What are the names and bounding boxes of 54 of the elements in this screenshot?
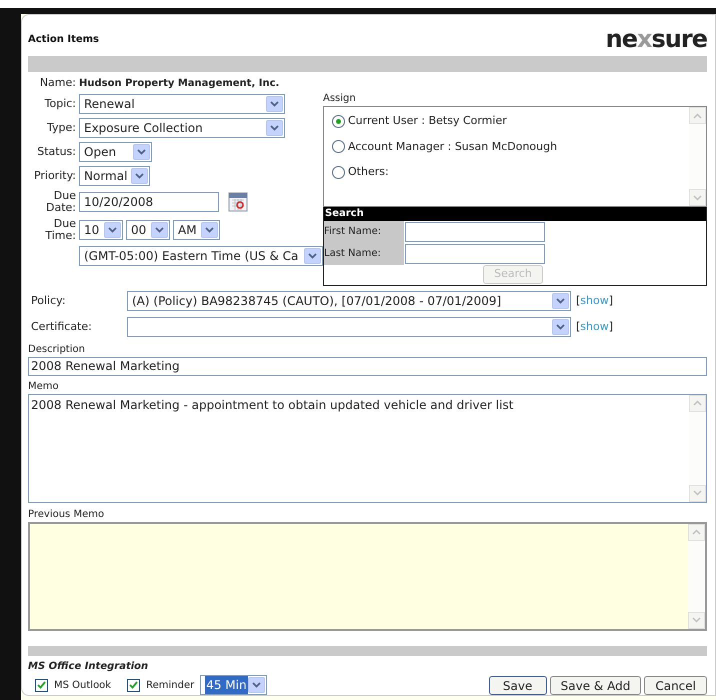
radio-label: Others: [348, 164, 389, 180]
search-header: Search [324, 207, 706, 222]
assign-label: Assign [323, 92, 357, 106]
field-label: Certificate: [31, 318, 93, 335]
checkbox[interactable] [35, 678, 48, 692]
field-label: Topic: [44, 96, 76, 112]
last-name-field[interactable] [405, 244, 545, 264]
memo-label: Memo [28, 380, 60, 394]
last-name-label: Last Name: [324, 243, 404, 266]
field-label: Due Date: [45, 190, 76, 214]
priority-dropdown[interactable]: Normal [79, 166, 150, 186]
radio-button[interactable] [332, 114, 345, 128]
status-dropdown[interactable]: Open [79, 142, 152, 162]
radio-button[interactable] [332, 166, 345, 179]
certificate-dropdown[interactable] [127, 317, 571, 338]
save-button[interactable]: Save [488, 676, 547, 694]
bracket: [ [576, 318, 580, 335]
page-title: Action Items [28, 32, 100, 47]
type-dropdown[interactable]: Exposure Collection [79, 118, 285, 138]
field-label: Priority: [32, 168, 76, 184]
client-name: Hudson Property Management, Inc. [79, 76, 280, 91]
field-label: Policy: [31, 292, 67, 309]
bracket: ] [608, 292, 614, 309]
description-label: Description [28, 343, 86, 358]
name-label: Name: [38, 74, 76, 91]
bracket: [ [576, 292, 580, 309]
field-label: Status: [36, 144, 76, 160]
save-and-add-button[interactable]: Save & Add [550, 676, 642, 694]
first-name-field[interactable] [405, 222, 545, 242]
logo: nexsure [606, 27, 707, 52]
field-label: Due Time: [44, 218, 76, 242]
field-label: Type: [46, 120, 76, 136]
first-name-label: First Name: [324, 221, 404, 244]
calendar-icon[interactable] [228, 192, 248, 212]
hour-dropdown[interactable]: 10 [79, 220, 123, 240]
checkbox-label: MS Outlook [54, 678, 112, 692]
minute-dropdown[interactable]: 00 [126, 220, 170, 240]
checkbox-label: Reminder [146, 678, 194, 692]
policy-dropdown[interactable]: (A) (Policy) BA98238745 (CAUTO), [07/01/2008 - 07/01/2009] [127, 291, 571, 312]
memo-field[interactable]: 2008 Renewal Marketing - appointment to obtain updated vehicle and driver list [28, 394, 707, 503]
topic-dropdown[interactable]: Renewal [79, 94, 285, 114]
checkbox[interactable] [127, 678, 140, 692]
date-field[interactable]: 10/20/2008 [79, 192, 219, 212]
reminder-dropdown[interactable]: 45 Min [200, 675, 268, 695]
office-section-title: MS Office Integration [28, 660, 150, 674]
radio-button[interactable] [332, 140, 345, 154]
bracket: ] [608, 318, 614, 335]
radio-label: Current User : Betsy Cormier [348, 113, 507, 130]
timezone-dropdown[interactable]: (GMT-05:00) Eastern Time (US & Ca [79, 246, 323, 266]
description-field[interactable]: 2008 Renewal Marketing [28, 357, 707, 376]
ampm-dropdown[interactable]: AM [173, 220, 220, 240]
cancel-button[interactable]: Cancel [644, 676, 707, 694]
radio-label: Account Manager : Susan McDonough [348, 138, 558, 155]
previous-memo-label: Previous Memo [28, 508, 106, 522]
